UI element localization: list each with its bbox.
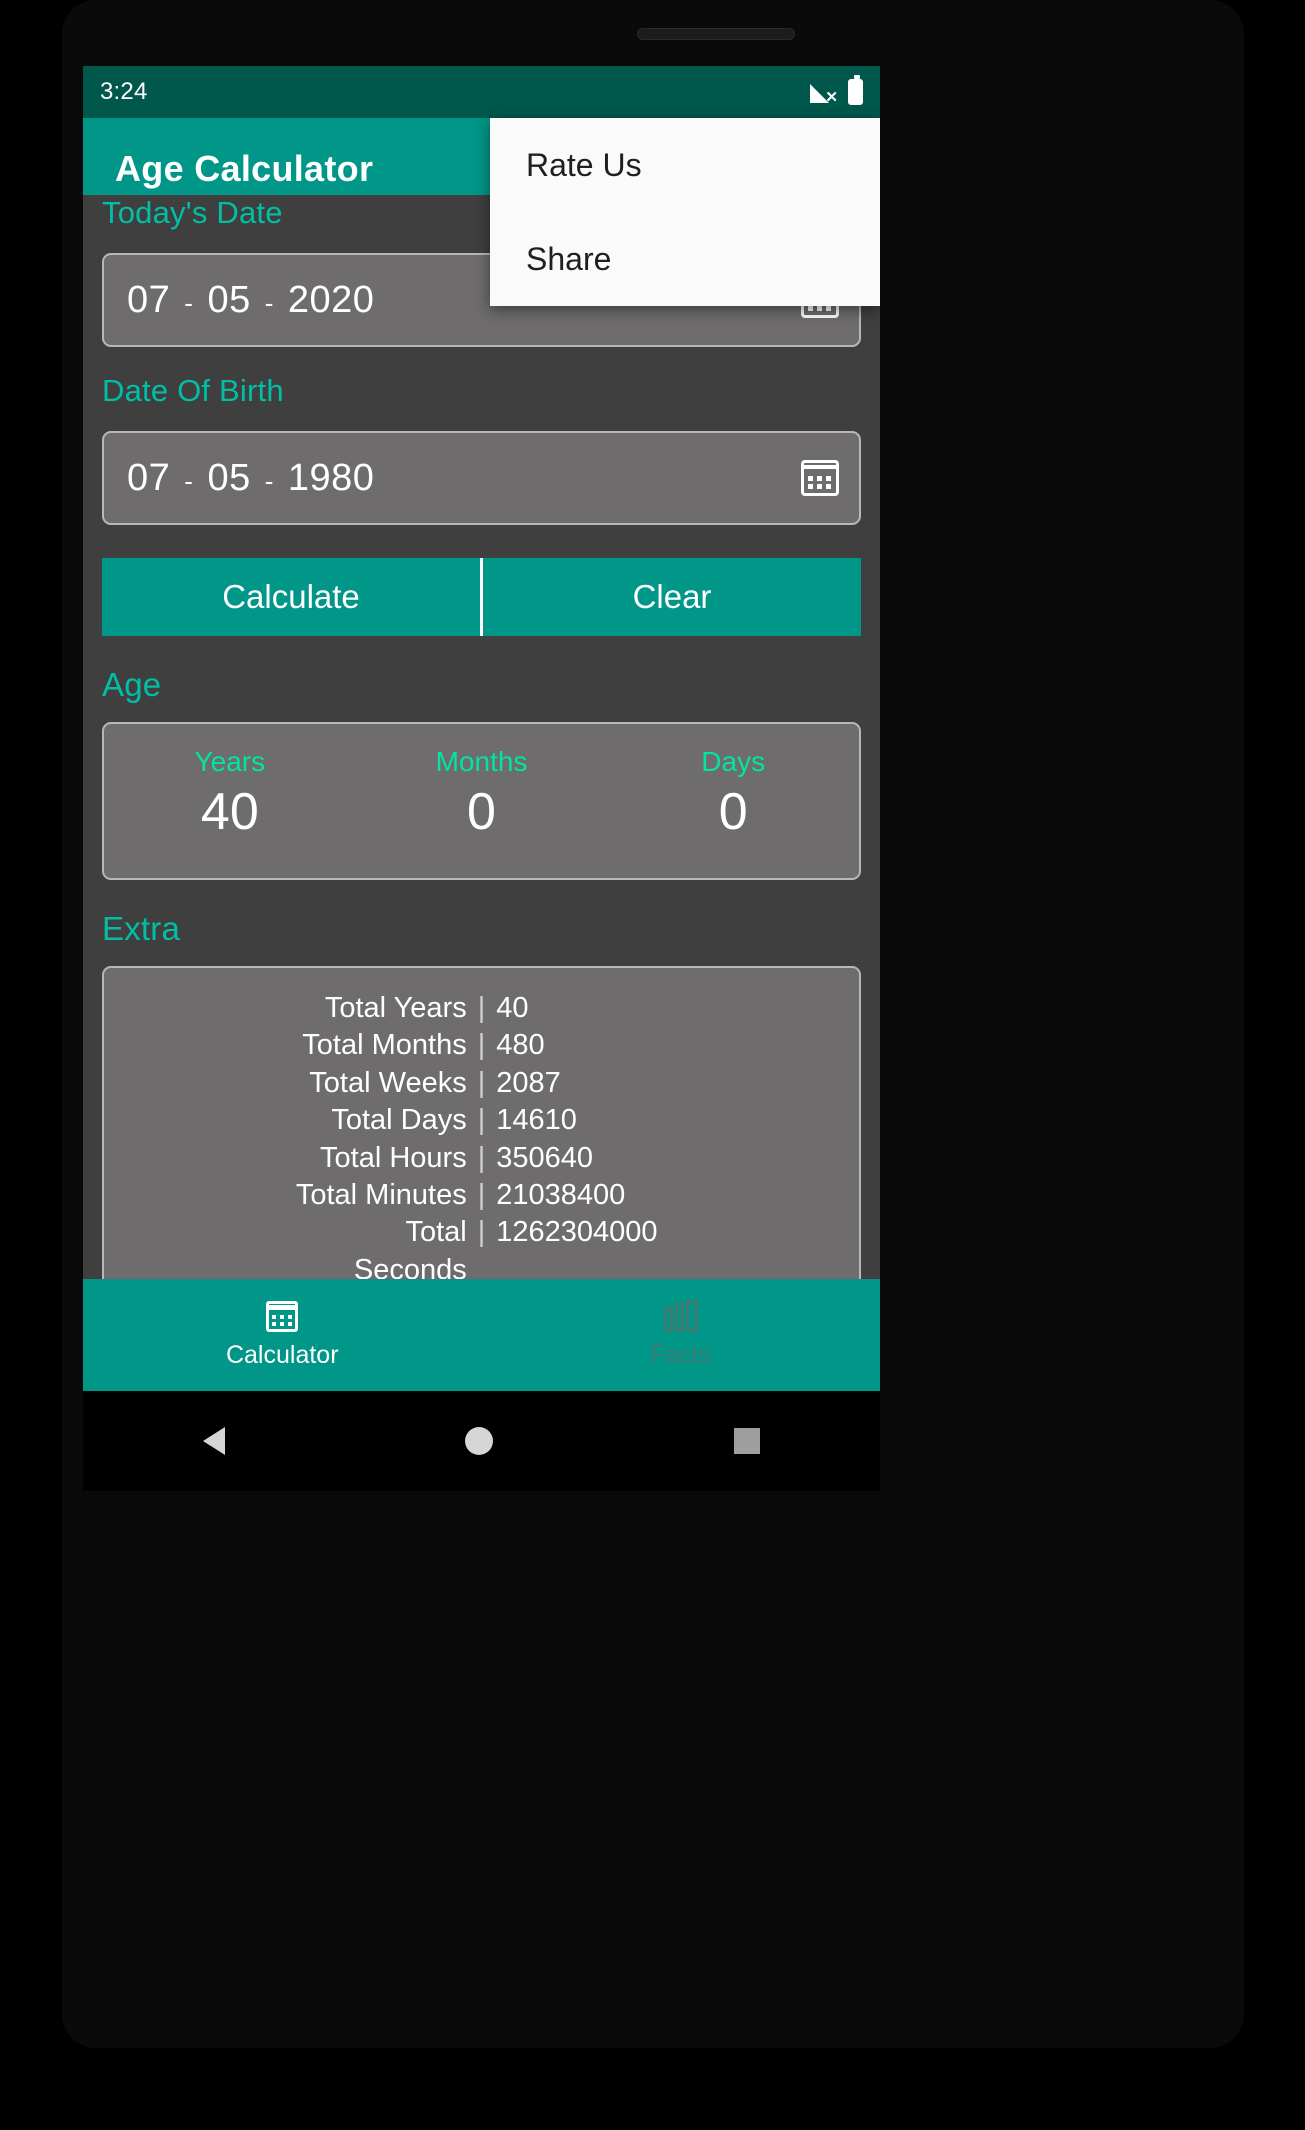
phone-screen: 3:24 ✕ Age Calculator Today's Date 07 - … xyxy=(83,66,880,1391)
extra-value: 350640 xyxy=(496,1141,594,1174)
table-row: Total Days | 14610 xyxy=(104,1102,859,1139)
calculate-button[interactable]: Calculate xyxy=(102,558,480,636)
age-days-value: 0 xyxy=(718,783,748,841)
menu-item-share[interactable]: Share xyxy=(490,212,880,306)
extra-key: Total Days xyxy=(331,1104,467,1137)
age-months-label: Months xyxy=(435,746,528,777)
todays-date-day: 07 xyxy=(127,278,171,321)
extra-key: Total Hours xyxy=(320,1141,467,1174)
age-years-label: Years xyxy=(194,746,266,777)
calendar-icon xyxy=(266,1300,299,1332)
extra-value: 21038400 xyxy=(496,1179,626,1212)
todays-date-value: 07 - 05 - 2020 xyxy=(124,279,377,322)
table-row: Total Years | 40 xyxy=(104,990,859,1027)
screenshot-root: 3:24 ✕ Age Calculator Today's Date 07 - … xyxy=(0,0,1305,2130)
clear-button[interactable]: Clear xyxy=(483,558,861,636)
dob-month: 05 xyxy=(207,456,251,499)
main-content: Today's Date 07 - 05 - 2020 Date Of Birt… xyxy=(83,195,880,1316)
menu-item-rate-us[interactable]: Rate Us xyxy=(490,118,880,212)
bottom-nav-item-facts[interactable]: Facts xyxy=(482,1279,881,1391)
table-row: Total Minutes | 21038400 xyxy=(104,1177,859,1214)
extra-separator: | xyxy=(477,1179,486,1212)
age-result-card: Years 40 Months 0 Days 0 xyxy=(102,722,861,880)
date-of-birth-label: Date Of Birth xyxy=(102,373,284,408)
dob-calendar-button[interactable] xyxy=(801,460,839,496)
table-row: Total Months | 480 xyxy=(104,1027,859,1064)
date-of-birth-field[interactable]: 07 - 05 - 1980 xyxy=(102,431,861,525)
todays-date-separator-1: - xyxy=(184,287,194,318)
extra-separator: | xyxy=(477,1141,486,1174)
status-bar-icons: ✕ xyxy=(810,75,863,105)
age-years-column: Years 40 xyxy=(104,746,356,838)
date-of-birth-value: 07 - 05 - 1980 xyxy=(124,457,377,500)
extra-key: Total Weeks xyxy=(309,1066,467,1099)
recent-apps-icon[interactable] xyxy=(733,1428,760,1454)
table-row: Total Hours | 350640 xyxy=(104,1140,859,1177)
extra-separator: | xyxy=(477,1029,486,1062)
page-title: Age Calculator xyxy=(115,147,374,189)
system-navigation-bar xyxy=(83,1391,880,1491)
extra-value: 40 xyxy=(496,992,529,1024)
bottom-nav-label-calculator: Calculator xyxy=(225,1340,339,1369)
extra-result-card: Total Years | 40 Total Months | 480 Tota… xyxy=(102,966,861,1316)
extra-value: 2087 xyxy=(496,1066,561,1099)
extra-key: Total Years xyxy=(324,992,467,1024)
action-button-row: Calculate Clear xyxy=(102,558,861,636)
extra-key: Total Months xyxy=(302,1029,467,1062)
dob-separator-2: - xyxy=(264,465,274,496)
bottom-nav-label-facts: Facts xyxy=(650,1341,712,1369)
extra-separator: | xyxy=(477,1066,486,1099)
age-days-label: Days xyxy=(701,746,766,777)
bottom-nav-item-calculator[interactable]: Calculator xyxy=(83,1279,482,1391)
extra-value: 14610 xyxy=(496,1104,577,1137)
age-days-column: Days 0 xyxy=(607,746,859,838)
status-bar: 3:24 ✕ xyxy=(83,66,880,118)
overflow-menu: Rate Us Share xyxy=(490,118,880,306)
extra-separator: | xyxy=(477,992,486,1024)
calendar-icon xyxy=(801,460,839,496)
status-bar-clock: 3:24 xyxy=(100,78,148,105)
signal-no-service-icon: ✕ xyxy=(810,81,838,105)
table-row: Total Weeks | 2087 xyxy=(104,1065,859,1102)
extra-value: 480 xyxy=(496,1029,545,1062)
age-section-title: Age xyxy=(102,666,162,703)
todays-date-month: 05 xyxy=(207,278,251,321)
home-icon[interactable] xyxy=(465,1427,494,1455)
dob-year: 1980 xyxy=(287,456,375,499)
extra-separator: | xyxy=(477,1104,486,1137)
bottom-navigation: Calculator Facts xyxy=(83,1279,880,1391)
extra-key: Total Minutes xyxy=(295,1179,467,1212)
articles-icon xyxy=(663,1300,698,1332)
back-icon[interactable] xyxy=(203,1427,226,1455)
extra-separator: | xyxy=(477,1216,486,1249)
age-years-value: 40 xyxy=(200,783,259,841)
dob-day: 07 xyxy=(127,456,171,499)
age-months-value: 0 xyxy=(467,783,496,841)
extra-value: 1262304000 xyxy=(496,1216,658,1249)
age-months-column: Months 0 xyxy=(356,746,608,838)
extra-section-title: Extra xyxy=(102,910,181,947)
todays-date-year: 2020 xyxy=(287,278,375,321)
earpiece-speaker xyxy=(637,28,795,40)
todays-date-separator-2: - xyxy=(264,287,274,318)
dob-separator-1: - xyxy=(184,465,194,496)
battery-full-icon xyxy=(848,75,863,105)
